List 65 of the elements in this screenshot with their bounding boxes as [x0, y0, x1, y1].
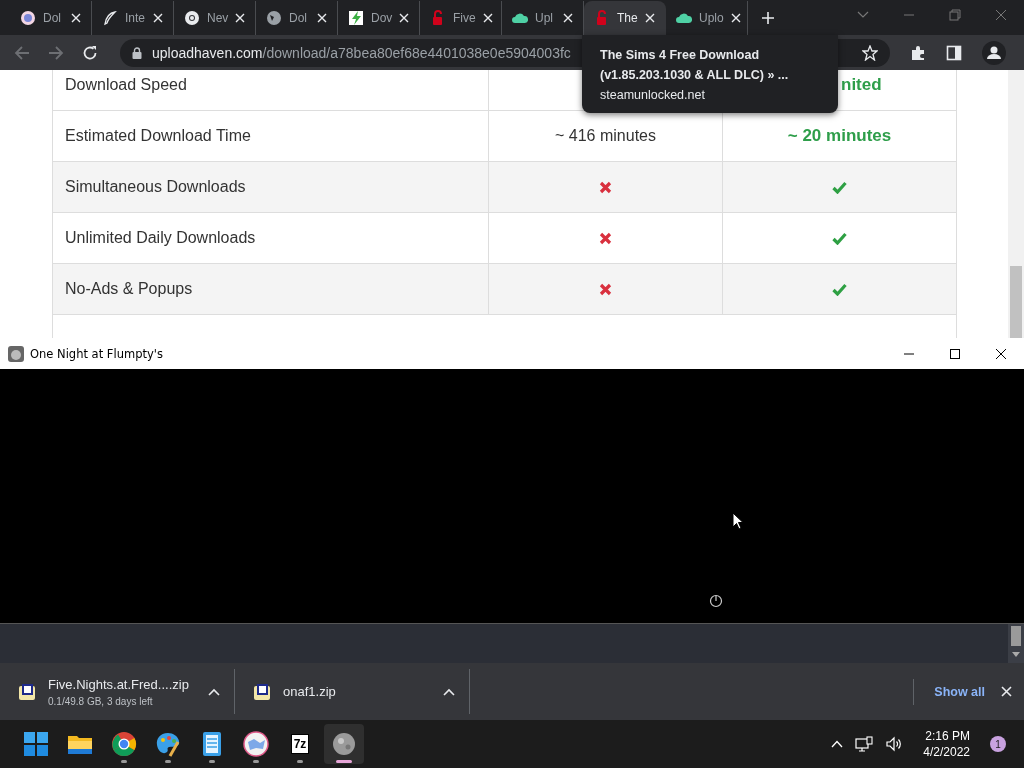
table-cell: Unlimited Daily Downloads [53, 213, 489, 263]
window-title: One Night at Flumpty's [30, 346, 163, 361]
sidebar-icon[interactable] [946, 44, 962, 61]
archive-icon: 7z [290, 734, 310, 754]
notification-badge[interactable]: 1 [990, 736, 1006, 752]
restore-icon[interactable] [949, 9, 961, 21]
feather-icon [102, 10, 118, 26]
cross-icon [599, 282, 612, 296]
back-icon[interactable] [14, 44, 30, 61]
clock-time: 2:16 PM [925, 728, 970, 744]
scrollbar[interactable] [1008, 70, 1024, 338]
plus-icon[interactable] [761, 10, 775, 25]
show-all-link[interactable]: Show all [913, 678, 995, 705]
check-icon [832, 180, 847, 194]
cursor-icon [732, 512, 744, 530]
download-status: 0.1/49.8 GB, 3 days left [48, 695, 154, 707]
caret-down-icon [1012, 652, 1020, 657]
file-name: onaf1.zip [283, 684, 337, 699]
file-name: Five.Nights.at.Fred....zip [48, 676, 190, 692]
zip-file-icon [253, 682, 271, 701]
scrollbar[interactable] [1008, 624, 1024, 663]
tooltip-host: steamunlocked.net [600, 87, 706, 104]
table-cell: nited [841, 75, 882, 95]
table-cell: Download Speed [53, 70, 489, 110]
close-icon[interactable] [995, 347, 1007, 360]
caret-up-icon[interactable] [443, 687, 455, 696]
loading-icon [709, 594, 723, 608]
maximize-icon[interactable] [949, 347, 961, 360]
browser-tab[interactable]: The [584, 1, 666, 35]
caret-down-icon[interactable] [857, 11, 869, 19]
palette-icon [154, 730, 182, 758]
reload-icon[interactable] [82, 44, 98, 61]
table-cell: ~ 20 minutes [787, 126, 892, 146]
moon-icon [330, 730, 358, 758]
star-icon[interactable] [862, 44, 878, 61]
cross-icon [599, 231, 612, 245]
speaker-icon[interactable] [885, 736, 904, 752]
map-icon [242, 730, 270, 758]
table-cell: No-Ads & Popups [53, 264, 489, 314]
globe-icon [20, 10, 36, 26]
game-icon [8, 345, 24, 362]
cross-icon [599, 180, 612, 194]
forward-icon[interactable] [48, 44, 64, 61]
table-cell: Estimated Download Time [53, 111, 489, 161]
windows-icon [22, 730, 50, 758]
table-cell: ~ 416 minutes [555, 127, 656, 145]
clock-date: 4/2/2022 [923, 744, 970, 760]
download-item[interactable]: onaf1.zip [235, 669, 470, 714]
puzzle-icon[interactable] [910, 44, 926, 61]
check-icon [832, 282, 847, 296]
taskbar-app[interactable] [324, 724, 364, 764]
network-icon[interactable] [855, 736, 874, 752]
lock-icon [132, 46, 142, 59]
caret-up-icon[interactable] [208, 687, 220, 696]
chrome-icon [184, 10, 200, 26]
zip-file-icon [18, 682, 36, 701]
clock[interactable]: 2:16 PM 4/2/2022 [923, 728, 970, 760]
profile-icon[interactable] [982, 40, 1006, 65]
download-item[interactable]: Five.Nights.at.Fred....zip 0.1/49.8 GB, 3 days left [0, 669, 235, 714]
check-icon [832, 231, 847, 245]
chrome-icon [110, 730, 138, 758]
table-cell: Simultaneous Downloads [53, 162, 489, 212]
lightning-icon [348, 10, 364, 26]
taskbar-app[interactable]: 7z [280, 724, 320, 764]
globe-icon [266, 10, 282, 26]
